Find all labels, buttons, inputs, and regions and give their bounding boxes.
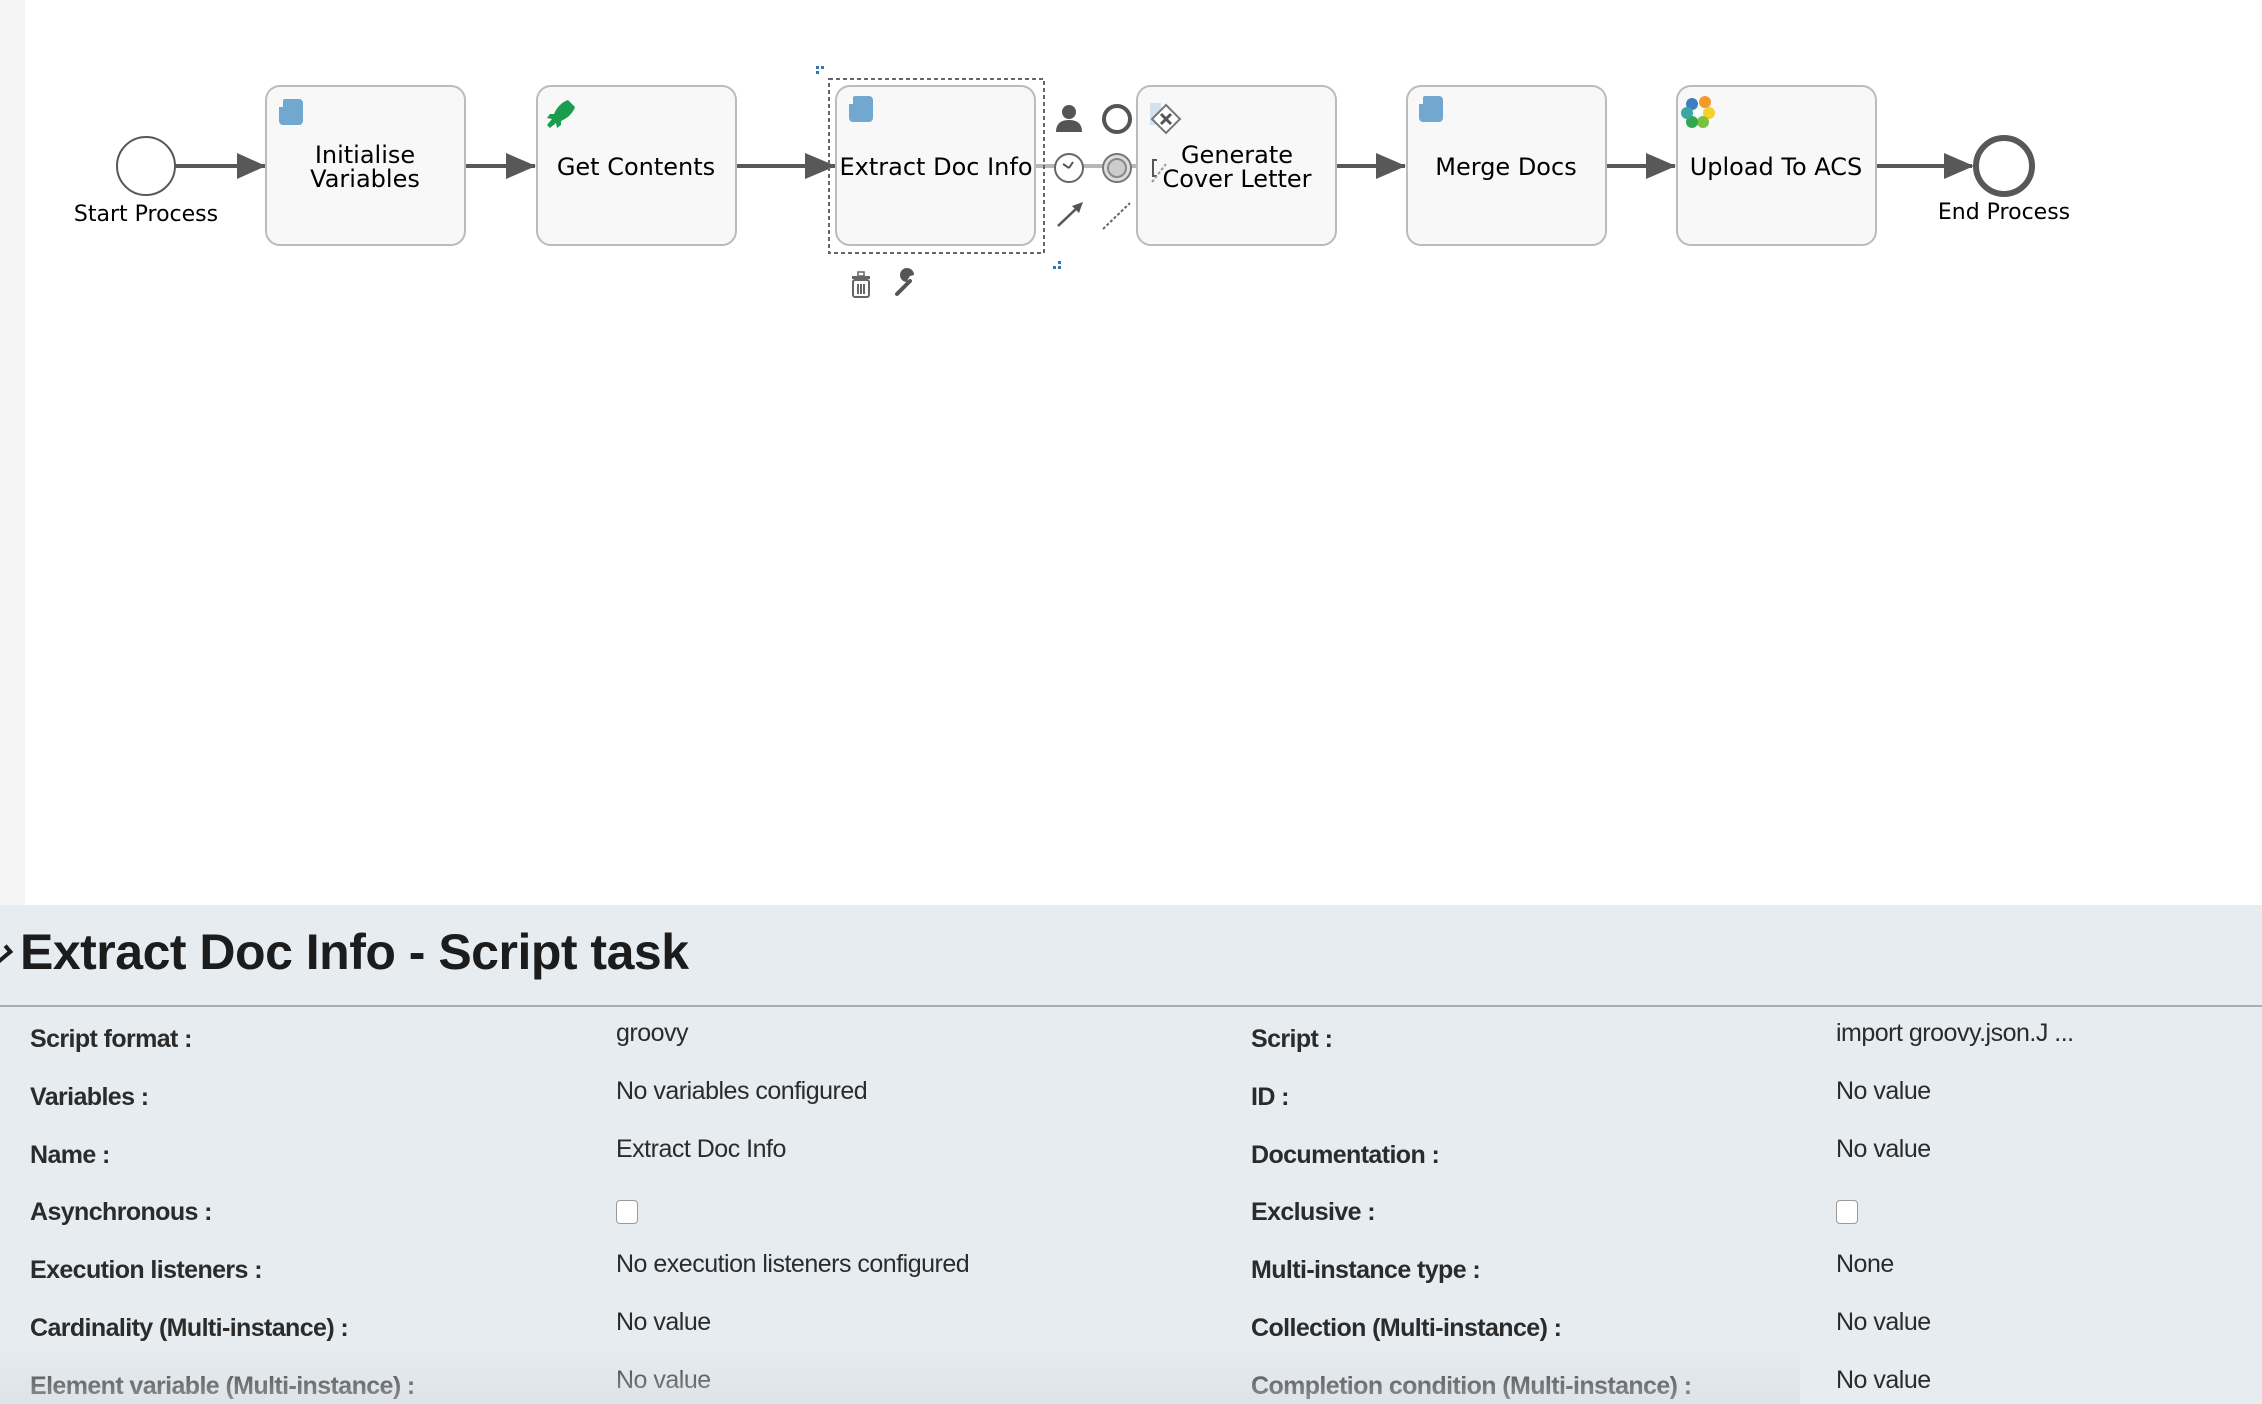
- properties-panel: Extract Doc Info - Script task Script fo…: [0, 905, 2262, 1404]
- property-label: Name :: [30, 1141, 110, 1169]
- task-label-line: Extract Doc Info: [840, 153, 1033, 181]
- bpmn-diagram[interactable]: Start Process End Process Initialise Var…: [0, 0, 2262, 905]
- user-task-icon[interactable]: [1056, 105, 1082, 132]
- task-label-line: Upload To ACS: [1690, 153, 1863, 181]
- task-initialise-variables[interactable]: Initialise Variables: [265, 85, 466, 246]
- property-value[interactable]: No value: [1836, 1366, 1931, 1395]
- property-label: Cardinality (Multi-instance) :: [30, 1314, 349, 1342]
- property-checkbox[interactable]: [1836, 1200, 1858, 1224]
- property-label: Variables :: [30, 1083, 149, 1111]
- delete-icon[interactable]: [852, 271, 870, 298]
- task-label-line: Variables: [310, 165, 420, 193]
- start-event-label: Start Process: [74, 202, 218, 227]
- task-extract-doc-info[interactable]: Extract Doc Info: [816, 66, 1061, 269]
- property-label: Execution listeners :: [30, 1256, 263, 1284]
- resize-handle-bottom-right[interactable]: [1053, 261, 1061, 269]
- property-checkbox[interactable]: [616, 1200, 638, 1224]
- end-event-label: End Process: [1938, 200, 2070, 225]
- end-event[interactable]: End Process: [1938, 135, 2070, 225]
- sequence-flow-icon[interactable]: [1057, 202, 1083, 227]
- wrench-icon[interactable]: [895, 268, 914, 296]
- property-label: ID :: [1251, 1083, 1289, 1111]
- property-label: Asynchronous :: [30, 1198, 213, 1226]
- arrowhead: [805, 153, 836, 179]
- arrowhead: [1376, 153, 1406, 179]
- property-value[interactable]: import groovy.json.J ...: [1836, 1019, 2074, 1048]
- task-label-line: Merge Docs: [1435, 153, 1576, 181]
- task-label-line: Get Contents: [557, 153, 715, 181]
- property-value[interactable]: No value: [1836, 1135, 1931, 1164]
- end-event-icon[interactable]: [1102, 104, 1132, 134]
- association-icon[interactable]: [1102, 202, 1131, 230]
- property-value[interactable]: No value: [616, 1366, 711, 1395]
- arrowhead: [506, 153, 536, 179]
- arrowhead: [237, 153, 266, 179]
- property-label: Exclusive :: [1251, 1198, 1376, 1226]
- property-value[interactable]: No value: [616, 1308, 711, 1337]
- task-get-contents[interactable]: Get Contents: [536, 85, 737, 246]
- task-upload-to-acs[interactable]: Upload To ACS: [1676, 85, 1877, 246]
- panel-divider: [0, 1005, 2262, 1007]
- property-label: Element variable (Multi-instance) :: [30, 1372, 415, 1400]
- timer-event-icon[interactable]: [1054, 153, 1084, 183]
- property-value[interactable]: No value: [1836, 1077, 1931, 1106]
- resize-handle-top-left[interactable]: [816, 66, 824, 74]
- properties-panel-title: Extract Doc Info - Script task: [20, 924, 689, 980]
- property-value[interactable]: Extract Doc Info: [616, 1135, 786, 1164]
- arrowhead: [1646, 153, 1676, 179]
- property-value[interactable]: None: [1836, 1250, 1894, 1279]
- property-value[interactable]: No value: [1836, 1308, 1931, 1337]
- property-label: Documentation :: [1251, 1141, 1440, 1169]
- property-label: Collection (Multi-instance) :: [1251, 1314, 1562, 1342]
- property-value[interactable]: groovy: [616, 1019, 689, 1048]
- property-label: Script :: [1251, 1025, 1333, 1053]
- collapse-chevron-icon[interactable]: [0, 944, 14, 964]
- property-label: Multi-instance type :: [1251, 1256, 1481, 1284]
- property-value[interactable]: No execution listeners configured: [616, 1250, 970, 1279]
- property-value[interactable]: No variables configured: [616, 1077, 868, 1106]
- intermediate-event-icon[interactable]: [1102, 153, 1132, 183]
- arrowhead: [1944, 153, 1974, 179]
- property-label: Script format :: [30, 1025, 192, 1053]
- property-label: Completion condition (Multi-instance) :: [1251, 1372, 1692, 1400]
- start-event[interactable]: Start Process: [74, 136, 218, 227]
- task-merge-docs[interactable]: Merge Docs: [1406, 85, 1607, 246]
- task-label-line: Cover Letter: [1162, 165, 1311, 193]
